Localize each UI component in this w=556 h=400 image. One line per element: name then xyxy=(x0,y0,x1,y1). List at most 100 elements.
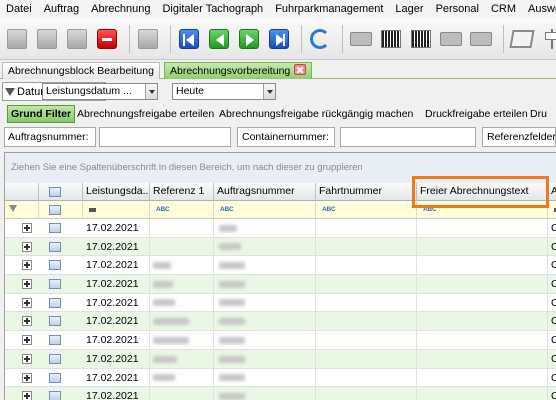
table-row[interactable]: 17.02.2021 CC xyxy=(5,368,556,388)
cell-reference xyxy=(150,331,214,350)
text-filter-icon: ABC xyxy=(423,206,437,213)
print-preview-icon[interactable] xyxy=(438,26,464,52)
refresh-icon[interactable] xyxy=(307,26,333,52)
menu-abrechnung[interactable]: Abrechnung xyxy=(85,0,156,18)
approve-print-button[interactable]: Druckfreigabe erteilen xyxy=(425,105,528,123)
expand-icon[interactable] xyxy=(22,241,32,252)
cell-trip-number xyxy=(316,349,417,369)
table-row[interactable]: 17.02.2021 CC xyxy=(5,387,556,400)
new-document-icon[interactable] xyxy=(4,26,30,52)
filter-cell-freier-abrechnungstext[interactable]: ABC xyxy=(417,201,548,219)
cell-billing-text xyxy=(417,368,548,388)
barcode-scan-icon[interactable] xyxy=(408,26,434,52)
expand-column-header[interactable] xyxy=(5,183,39,201)
funnel-icon xyxy=(9,205,18,214)
filter-cell-expand[interactable] xyxy=(5,201,39,219)
column-abrechnung[interactable]: Ab xyxy=(548,183,556,201)
filter-icon xyxy=(5,87,15,97)
basic-filter-button[interactable]: Grund Filter xyxy=(7,105,76,123)
grid-filter-row: ABC ABC ABC ABC xyxy=(5,201,556,219)
expand-icon[interactable] xyxy=(22,260,32,271)
previous-record-icon[interactable] xyxy=(206,26,232,52)
table-row[interactable]: 17.02.2021 CT xyxy=(5,219,556,238)
map-icon[interactable] xyxy=(509,26,535,52)
cell-order-number xyxy=(214,312,316,332)
menu-auftrag[interactable]: Auftrag xyxy=(38,0,85,18)
chevron-down-icon[interactable] xyxy=(145,84,157,99)
date-field-select[interactable]: Leistungsdatum ... xyxy=(42,83,158,100)
text-filter-icon: ABC xyxy=(220,206,234,213)
next-record-icon[interactable] xyxy=(236,26,262,52)
menu-auswertung[interactable]: Auswer xyxy=(522,0,556,18)
table-row[interactable]: 17.02.2021 CC xyxy=(5,312,556,332)
table-row[interactable]: 17.02.2021 CT xyxy=(5,275,556,294)
signpost-icon[interactable] xyxy=(539,26,556,52)
toolbar-separator xyxy=(129,24,130,53)
expand-icon[interactable] xyxy=(22,391,32,400)
filter-cell-auftragsnummer[interactable]: ABC xyxy=(214,201,316,219)
order-number-input[interactable] xyxy=(99,127,231,147)
cell-reference xyxy=(150,237,214,257)
cell-billing-text xyxy=(417,331,548,350)
menu-crm[interactable]: CRM xyxy=(485,0,522,18)
expand-icon[interactable] xyxy=(22,316,32,327)
menu-datei[interactable]: Datei xyxy=(0,0,38,18)
expand-icon[interactable] xyxy=(22,297,32,308)
menu-personal[interactable]: Personal xyxy=(430,0,485,18)
table-row[interactable]: 17.02.2021 CC xyxy=(5,349,556,369)
expand-icon[interactable] xyxy=(22,353,32,364)
cell-billing-type: CT xyxy=(548,238,556,257)
group-by-panel[interactable]: Ziehen Sie eine Spaltenüberschrift in di… xyxy=(5,153,556,183)
table-row[interactable]: 17.02.2021 CC xyxy=(5,331,556,350)
cell-trip-number xyxy=(316,256,417,276)
cell-reference xyxy=(150,368,214,388)
document-icon xyxy=(49,353,61,364)
column-fahrtnummer[interactable]: Fahrtnummer xyxy=(316,183,417,201)
cell-trip-number xyxy=(316,368,417,388)
expand-icon[interactable] xyxy=(22,223,32,233)
print-batch-icon[interactable] xyxy=(468,26,494,52)
tab-abrechnungsvorbereitung[interactable]: Abrechnungsvorbereitung xyxy=(164,62,313,79)
close-icon[interactable] xyxy=(294,64,307,75)
toolbar-separator xyxy=(170,24,171,53)
first-record-icon[interactable] xyxy=(176,26,202,52)
cell-trip-number xyxy=(316,331,417,350)
column-leistungsdatum[interactable]: Leistungsda... xyxy=(83,183,150,201)
date-period-select[interactable]: Heute xyxy=(172,83,276,100)
column-freier-abrechnungstext[interactable]: Freier Abrechnungstext xyxy=(417,183,548,201)
cancel-icon[interactable] xyxy=(64,26,90,52)
filter-cell-leistungsdatum[interactable] xyxy=(83,201,150,219)
column-referenz-1[interactable]: Referenz 1 xyxy=(150,183,214,201)
menu-lager[interactable]: Lager xyxy=(389,0,429,18)
filter-cell-fahrtnummer[interactable]: ABC xyxy=(316,201,417,219)
table-row[interactable]: 17.02.2021 CT xyxy=(5,237,556,257)
last-record-icon[interactable] xyxy=(266,26,292,52)
filter-cell-abrechnung[interactable] xyxy=(548,201,556,219)
print-icon[interactable] xyxy=(348,26,374,52)
delete-icon[interactable] xyxy=(94,26,120,52)
expand-icon[interactable] xyxy=(22,279,32,290)
cell-billing-type: CT xyxy=(548,294,556,313)
cell-date: 17.02.2021 xyxy=(83,237,150,257)
revoke-billing-button[interactable]: Abrechnungsfreigabe rückgängig machen xyxy=(219,105,413,123)
cell-trip-number xyxy=(316,387,417,400)
expand-icon[interactable] xyxy=(22,372,32,383)
date-period-value: Heute xyxy=(176,85,205,97)
menu-tachograph[interactable]: Digitaler Tachograph xyxy=(156,0,269,18)
copy-icon[interactable] xyxy=(135,26,161,52)
expand-icon[interactable] xyxy=(22,335,32,346)
menu-fuhrpark[interactable]: Fuhrparkmanagement xyxy=(269,0,389,18)
icon-column-header[interactable] xyxy=(39,183,83,201)
column-auftragsnummer[interactable]: Auftragsnummer xyxy=(214,183,316,201)
print-more-button[interactable]: Dru xyxy=(530,105,547,123)
table-row[interactable]: 17.02.2021 CT xyxy=(5,293,556,313)
save-icon[interactable] xyxy=(34,26,60,52)
container-number-input[interactable] xyxy=(340,127,476,147)
filter-cell-referenz-1[interactable]: ABC xyxy=(150,201,214,219)
tab-abrechnungsblock[interactable]: Abrechnungsblock Bearbeitung xyxy=(2,62,160,79)
table-row[interactable]: 17.02.2021 CC xyxy=(5,256,556,276)
filter-cell-icon[interactable] xyxy=(39,201,83,219)
chevron-down-icon[interactable] xyxy=(263,84,275,99)
barcode-icon[interactable] xyxy=(378,26,404,52)
approve-billing-button[interactable]: Abrechnungsfreigabe erteilen xyxy=(77,105,214,123)
